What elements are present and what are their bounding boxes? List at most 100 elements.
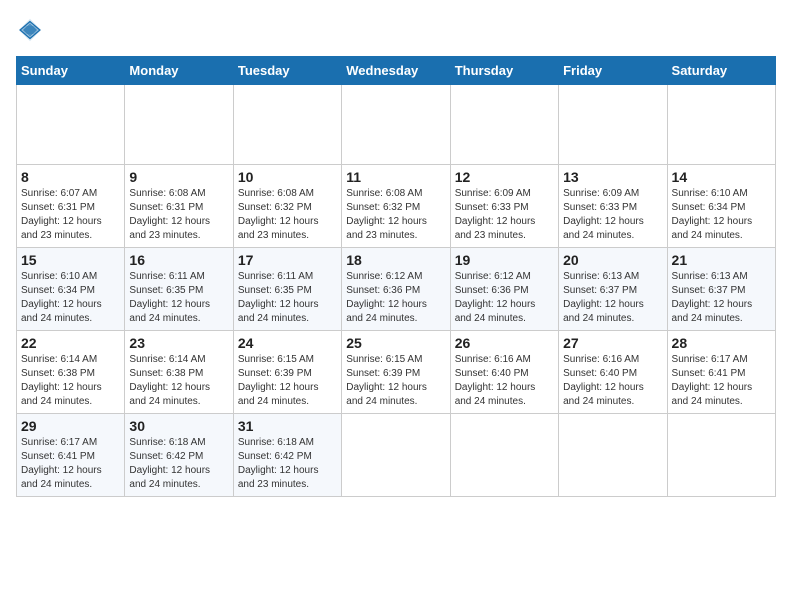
calendar-cell: 26 Sunrise: 6:16 AMSunset: 6:40 PMDayligh… xyxy=(450,331,558,414)
cell-content: Sunrise: 6:16 AMSunset: 6:40 PMDaylight:… xyxy=(455,353,554,409)
cell-content: Sunrise: 6:12 AMSunset: 6:36 PMDaylight:… xyxy=(455,270,554,326)
calendar-cell: 29 Sunrise: 6:17 AMSunset: 6:41 PMDayligh… xyxy=(17,414,125,497)
day-number: 11 xyxy=(346,169,445,185)
calendar-cell: 23 Sunrise: 6:14 AMSunset: 6:38 PMDayligh… xyxy=(125,331,233,414)
calendar-cell xyxy=(342,85,450,165)
header-thursday: Thursday xyxy=(450,57,558,85)
calendar-cell: 21 Sunrise: 6:13 AMSunset: 6:37 PMDayligh… xyxy=(667,248,775,331)
day-number: 23 xyxy=(129,335,228,351)
cell-content: Sunrise: 6:15 AMSunset: 6:39 PMDaylight:… xyxy=(238,353,337,409)
day-number: 30 xyxy=(129,418,228,434)
cell-content: Sunrise: 6:11 AMSunset: 6:35 PMDaylight:… xyxy=(238,270,337,326)
cell-content: Sunrise: 6:09 AMSunset: 6:33 PMDaylight:… xyxy=(563,187,662,243)
calendar-cell xyxy=(125,85,233,165)
calendar-cell: 10 Sunrise: 6:08 AMSunset: 6:32 PMDayligh… xyxy=(233,165,341,248)
cell-content: Sunrise: 6:08 AMSunset: 6:32 PMDaylight:… xyxy=(346,187,445,243)
cell-content: Sunrise: 6:17 AMSunset: 6:41 PMDaylight:… xyxy=(672,353,771,409)
calendar-cell: 30 Sunrise: 6:18 AMSunset: 6:42 PMDayligh… xyxy=(125,414,233,497)
calendar-cell xyxy=(450,414,558,497)
calendar-cell: 14 Sunrise: 6:10 AMSunset: 6:34 PMDayligh… xyxy=(667,165,775,248)
calendar-cell: 16 Sunrise: 6:11 AMSunset: 6:35 PMDayligh… xyxy=(125,248,233,331)
day-number: 17 xyxy=(238,252,337,268)
cell-content: Sunrise: 6:16 AMSunset: 6:40 PMDaylight:… xyxy=(563,353,662,409)
calendar-cell xyxy=(559,414,667,497)
cell-content: Sunrise: 6:10 AMSunset: 6:34 PMDaylight:… xyxy=(672,187,771,243)
calendar-cell: 11 Sunrise: 6:08 AMSunset: 6:32 PMDayligh… xyxy=(342,165,450,248)
day-number: 28 xyxy=(672,335,771,351)
header-wednesday: Wednesday xyxy=(342,57,450,85)
calendar-week-row: 15 Sunrise: 6:10 AMSunset: 6:34 PMDayligh… xyxy=(17,248,776,331)
calendar-cell xyxy=(559,85,667,165)
day-number: 18 xyxy=(346,252,445,268)
day-number: 19 xyxy=(455,252,554,268)
cell-content: Sunrise: 6:18 AMSunset: 6:42 PMDaylight:… xyxy=(129,436,228,492)
calendar-cell xyxy=(17,85,125,165)
day-number: 10 xyxy=(238,169,337,185)
day-number: 13 xyxy=(563,169,662,185)
calendar-cell: 12 Sunrise: 6:09 AMSunset: 6:33 PMDayligh… xyxy=(450,165,558,248)
calendar-cell: 9 Sunrise: 6:08 AMSunset: 6:31 PMDaylight… xyxy=(125,165,233,248)
header-monday: Monday xyxy=(125,57,233,85)
day-number: 9 xyxy=(129,169,228,185)
calendar-week-row: 22 Sunrise: 6:14 AMSunset: 6:38 PMDayligh… xyxy=(17,331,776,414)
day-number: 14 xyxy=(672,169,771,185)
calendar-cell: 18 Sunrise: 6:12 AMSunset: 6:36 PMDayligh… xyxy=(342,248,450,331)
cell-content: Sunrise: 6:10 AMSunset: 6:34 PMDaylight:… xyxy=(21,270,120,326)
calendar-cell: 17 Sunrise: 6:11 AMSunset: 6:35 PMDayligh… xyxy=(233,248,341,331)
header-sunday: Sunday xyxy=(17,57,125,85)
calendar-header-row: SundayMondayTuesdayWednesdayThursdayFrid… xyxy=(17,57,776,85)
day-number: 25 xyxy=(346,335,445,351)
cell-content: Sunrise: 6:11 AMSunset: 6:35 PMDaylight:… xyxy=(129,270,228,326)
cell-content: Sunrise: 6:18 AMSunset: 6:42 PMDaylight:… xyxy=(238,436,337,492)
day-number: 22 xyxy=(21,335,120,351)
logo xyxy=(16,16,48,44)
calendar-week-row: 8 Sunrise: 6:07 AMSunset: 6:31 PMDaylight… xyxy=(17,165,776,248)
calendar-cell xyxy=(667,414,775,497)
calendar-cell: 19 Sunrise: 6:12 AMSunset: 6:36 PMDayligh… xyxy=(450,248,558,331)
cell-content: Sunrise: 6:12 AMSunset: 6:36 PMDaylight:… xyxy=(346,270,445,326)
calendar-cell: 13 Sunrise: 6:09 AMSunset: 6:33 PMDayligh… xyxy=(559,165,667,248)
calendar-cell xyxy=(233,85,341,165)
header-tuesday: Tuesday xyxy=(233,57,341,85)
calendar-week-row xyxy=(17,85,776,165)
cell-content: Sunrise: 6:07 AMSunset: 6:31 PMDaylight:… xyxy=(21,187,120,243)
cell-content: Sunrise: 6:14 AMSunset: 6:38 PMDaylight:… xyxy=(129,353,228,409)
day-number: 16 xyxy=(129,252,228,268)
day-number: 21 xyxy=(672,252,771,268)
calendar-cell: 28 Sunrise: 6:17 AMSunset: 6:41 PMDayligh… xyxy=(667,331,775,414)
logo-icon xyxy=(16,16,44,44)
day-number: 20 xyxy=(563,252,662,268)
day-number: 8 xyxy=(21,169,120,185)
day-number: 24 xyxy=(238,335,337,351)
calendar-cell: 31 Sunrise: 6:18 AMSunset: 6:42 PMDayligh… xyxy=(233,414,341,497)
cell-content: Sunrise: 6:09 AMSunset: 6:33 PMDaylight:… xyxy=(455,187,554,243)
header-saturday: Saturday xyxy=(667,57,775,85)
cell-content: Sunrise: 6:08 AMSunset: 6:31 PMDaylight:… xyxy=(129,187,228,243)
cell-content: Sunrise: 6:13 AMSunset: 6:37 PMDaylight:… xyxy=(672,270,771,326)
calendar-week-row: 29 Sunrise: 6:17 AMSunset: 6:41 PMDayligh… xyxy=(17,414,776,497)
calendar-cell xyxy=(342,414,450,497)
day-number: 31 xyxy=(238,418,337,434)
cell-content: Sunrise: 6:13 AMSunset: 6:37 PMDaylight:… xyxy=(563,270,662,326)
cell-content: Sunrise: 6:08 AMSunset: 6:32 PMDaylight:… xyxy=(238,187,337,243)
calendar-body: 8 Sunrise: 6:07 AMSunset: 6:31 PMDaylight… xyxy=(17,85,776,497)
calendar-cell: 24 Sunrise: 6:15 AMSunset: 6:39 PMDayligh… xyxy=(233,331,341,414)
day-number: 26 xyxy=(455,335,554,351)
header-friday: Friday xyxy=(559,57,667,85)
calendar-cell: 22 Sunrise: 6:14 AMSunset: 6:38 PMDayligh… xyxy=(17,331,125,414)
day-number: 27 xyxy=(563,335,662,351)
day-number: 15 xyxy=(21,252,120,268)
calendar-cell: 8 Sunrise: 6:07 AMSunset: 6:31 PMDaylight… xyxy=(17,165,125,248)
calendar-cell: 20 Sunrise: 6:13 AMSunset: 6:37 PMDayligh… xyxy=(559,248,667,331)
cell-content: Sunrise: 6:14 AMSunset: 6:38 PMDaylight:… xyxy=(21,353,120,409)
cell-content: Sunrise: 6:15 AMSunset: 6:39 PMDaylight:… xyxy=(346,353,445,409)
page-header xyxy=(16,16,776,44)
day-number: 12 xyxy=(455,169,554,185)
calendar-table: SundayMondayTuesdayWednesdayThursdayFrid… xyxy=(16,56,776,497)
calendar-cell: 27 Sunrise: 6:16 AMSunset: 6:40 PMDayligh… xyxy=(559,331,667,414)
day-number: 29 xyxy=(21,418,120,434)
cell-content: Sunrise: 6:17 AMSunset: 6:41 PMDaylight:… xyxy=(21,436,120,492)
calendar-cell: 15 Sunrise: 6:10 AMSunset: 6:34 PMDayligh… xyxy=(17,248,125,331)
calendar-cell xyxy=(667,85,775,165)
calendar-cell: 25 Sunrise: 6:15 AMSunset: 6:39 PMDayligh… xyxy=(342,331,450,414)
